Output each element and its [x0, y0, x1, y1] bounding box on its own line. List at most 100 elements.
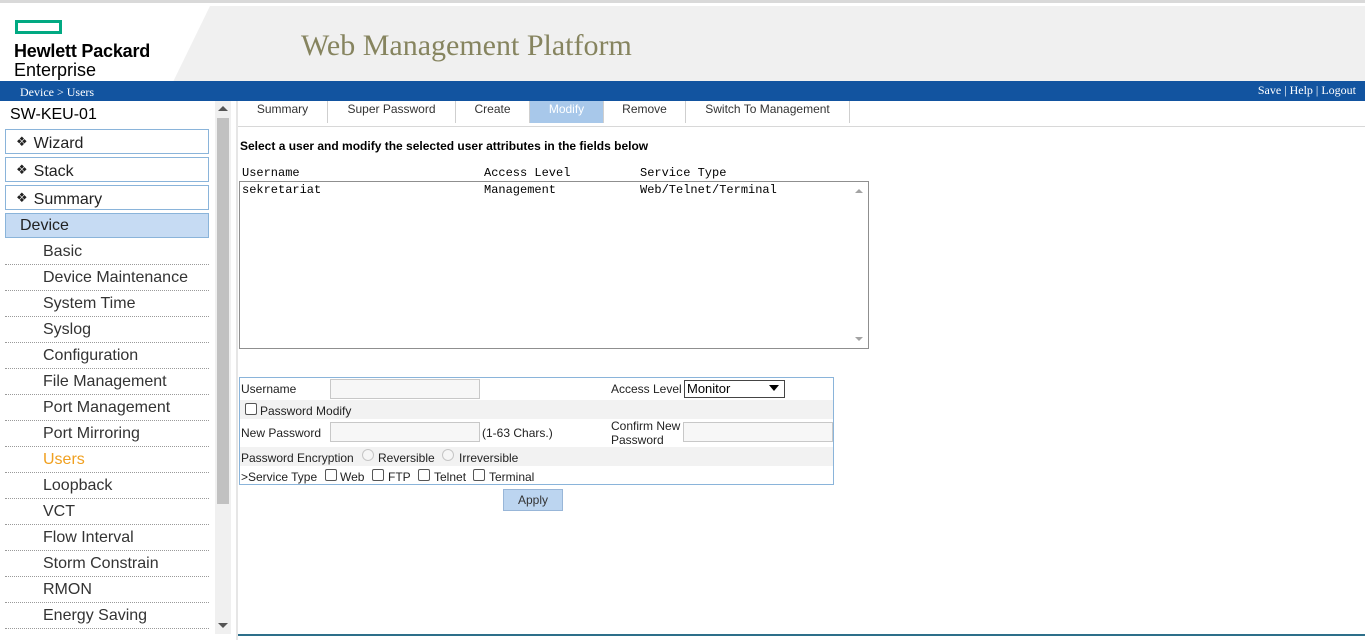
instruction-text: Select a user and modify the selected us…: [240, 139, 649, 153]
sidebar-group-wizard[interactable]: ❖ Wizard: [5, 129, 209, 154]
save-link[interactable]: Save: [1258, 83, 1281, 97]
service-terminal-label: Terminal: [489, 470, 535, 484]
confirm-password-label-line2: Password: [611, 433, 664, 447]
chevron-down-icon: [769, 385, 779, 391]
top-links: Save | Help | Logout: [1258, 83, 1356, 98]
diamond-bullet-icon: ❖: [16, 134, 28, 149]
form-row-password-encryption: Password Encryption Reversible Irreversi…: [240, 447, 833, 466]
breadcrumb: Device > Users: [20, 85, 95, 99]
tab-modify[interactable]: Modify: [530, 101, 604, 123]
sidebar-divider: [236, 101, 238, 640]
column-header-service-type: Service Type: [640, 166, 727, 180]
password-modify-label: Password Modify: [260, 404, 352, 418]
tab-super-password[interactable]: Super Password: [328, 101, 456, 123]
form-row-username: Username Access Level Monitor: [240, 378, 833, 400]
form-row-service-type: >Service Type Web FTP Telnet Terminal: [240, 466, 833, 485]
tab-summary[interactable]: Summary: [238, 101, 328, 123]
sidebar-item-file-management[interactable]: File Management: [5, 369, 209, 395]
username-label: Username: [241, 382, 297, 396]
sidebar-item-storm-constrain[interactable]: Storm Constrain: [5, 551, 209, 577]
irreversible-radio[interactable]: [442, 449, 454, 461]
scroll-up-arrow-icon[interactable]: [855, 189, 863, 193]
scroll-down-arrow-icon[interactable]: [218, 623, 228, 628]
service-type-label: >Service Type: [241, 470, 318, 484]
service-web-checkbox[interactable]: [325, 469, 337, 481]
sidebar-group-label: Device: [20, 217, 69, 234]
sidebar-group-label: Wizard: [33, 135, 84, 152]
logo-text-line2: Enterprise: [14, 60, 97, 80]
sidebar-item-basic[interactable]: Basic: [5, 239, 209, 265]
tab-create[interactable]: Create: [456, 101, 530, 123]
form-row-password-modify: Password Modify: [240, 400, 833, 419]
link-separator: |: [1281, 83, 1290, 97]
sidebar-group-stack[interactable]: ❖ Stack: [5, 157, 209, 182]
sidebar-scrollbar[interactable]: [215, 101, 231, 634]
sidebar-item-device-maintenance[interactable]: Device Maintenance: [5, 265, 209, 291]
scroll-down-arrow-icon[interactable]: [855, 337, 863, 341]
service-telnet-label: Telnet: [434, 470, 467, 484]
sidebar-item-loopback[interactable]: Loopback: [5, 473, 209, 499]
service-ftp-label: FTP: [388, 470, 411, 484]
sidebar-item-users[interactable]: Users: [5, 447, 209, 473]
form-row-new-password: New Password (1-63 Chars.) Confirm New P…: [240, 419, 833, 447]
user-list[interactable]: sekretariat Management Web/Telnet/Termin…: [239, 181, 869, 349]
access-level-select[interactable]: Monitor: [684, 380, 785, 398]
tab-bar: Summary Super Password Create Modify Rem…: [238, 101, 1365, 127]
logout-link[interactable]: Logout: [1321, 83, 1356, 97]
confirm-password-label-line1: Confirm New: [611, 419, 681, 433]
sidebar-item-system-time[interactable]: System Time: [5, 291, 209, 317]
help-link[interactable]: Help: [1290, 83, 1313, 97]
sidebar-item-port-mirroring[interactable]: Port Mirroring: [5, 421, 209, 447]
sidebar-item-flow-interval[interactable]: Flow Interval: [5, 525, 209, 551]
reversible-label: Reversible: [378, 451, 435, 465]
new-password-label: New Password: [241, 426, 322, 440]
tab-switch-to-management[interactable]: Switch To Management: [686, 101, 850, 123]
diamond-bullet-icon: ❖: [16, 162, 28, 177]
hpe-element-icon: [15, 20, 62, 34]
new-password-field[interactable]: [330, 422, 480, 442]
list-scrollbar[interactable]: [851, 182, 868, 348]
scroll-up-arrow-icon[interactable]: [218, 106, 228, 111]
sidebar-group-device[interactable]: Device: [5, 213, 209, 238]
modify-user-form: Username Access Level Monitor Password M…: [239, 377, 834, 485]
sidebar-group-summary[interactable]: ❖ Summary: [5, 185, 209, 210]
user-username: sekretariat: [242, 183, 322, 197]
apply-button[interactable]: Apply: [503, 489, 563, 511]
page-title: Web Management Platform: [301, 29, 632, 62]
irreversible-label: Irreversible: [459, 451, 519, 465]
username-field[interactable]: [330, 379, 480, 399]
top-nav-bar: Device > Users Save | Help | Logout: [0, 81, 1365, 101]
hpe-logo: Hewlett Packard Enterprise: [0, 6, 210, 84]
diamond-bullet-icon: ❖: [16, 190, 28, 205]
user-access-level: Management: [484, 183, 557, 197]
column-header-access-level: Access Level: [484, 166, 571, 180]
sidebar-item-energy-saving[interactable]: Energy Saving: [5, 603, 209, 629]
sidebar-item-configuration[interactable]: Configuration: [5, 343, 209, 369]
device-name: SW-KEU-01: [10, 106, 97, 123]
service-telnet-checkbox[interactable]: [418, 469, 430, 481]
tab-remove[interactable]: Remove: [604, 101, 686, 123]
sidebar: SW-KEU-01 ❖ Wizard ❖ Stack ❖ Summary Device…: [0, 101, 233, 640]
bottom-divider: [238, 634, 1365, 636]
password-length-hint: (1-63 Chars.): [482, 426, 553, 440]
scrollbar-thumb[interactable]: [217, 118, 229, 504]
list-item[interactable]: sekretariat Management Web/Telnet/Termin…: [242, 183, 852, 197]
logo-text-line1: Hewlett Packard: [14, 41, 151, 61]
service-ftp-checkbox[interactable]: [372, 469, 384, 481]
sidebar-item-vct[interactable]: VCT: [5, 499, 209, 525]
sidebar-group-label: Stack: [33, 163, 74, 180]
confirm-password-field[interactable]: [683, 422, 833, 442]
reversible-radio[interactable]: [362, 449, 374, 461]
access-level-value: Monitor: [687, 381, 731, 396]
password-modify-checkbox[interactable]: [245, 403, 257, 415]
sidebar-group-label: Summary: [33, 191, 103, 208]
password-encryption-label: Password Encryption: [241, 451, 354, 465]
header: Hewlett Packard Enterprise Web Managemen…: [0, 0, 1365, 84]
sidebar-item-rmon[interactable]: RMON: [5, 577, 209, 603]
service-terminal-checkbox[interactable]: [473, 469, 485, 481]
user-service-type: Web/Telnet/Terminal: [640, 183, 777, 197]
sidebar-item-syslog[interactable]: Syslog: [5, 317, 209, 343]
sidebar-item-port-management[interactable]: Port Management: [5, 395, 209, 421]
access-level-label: Access Level: [611, 382, 682, 396]
column-header-username: Username: [242, 166, 300, 180]
